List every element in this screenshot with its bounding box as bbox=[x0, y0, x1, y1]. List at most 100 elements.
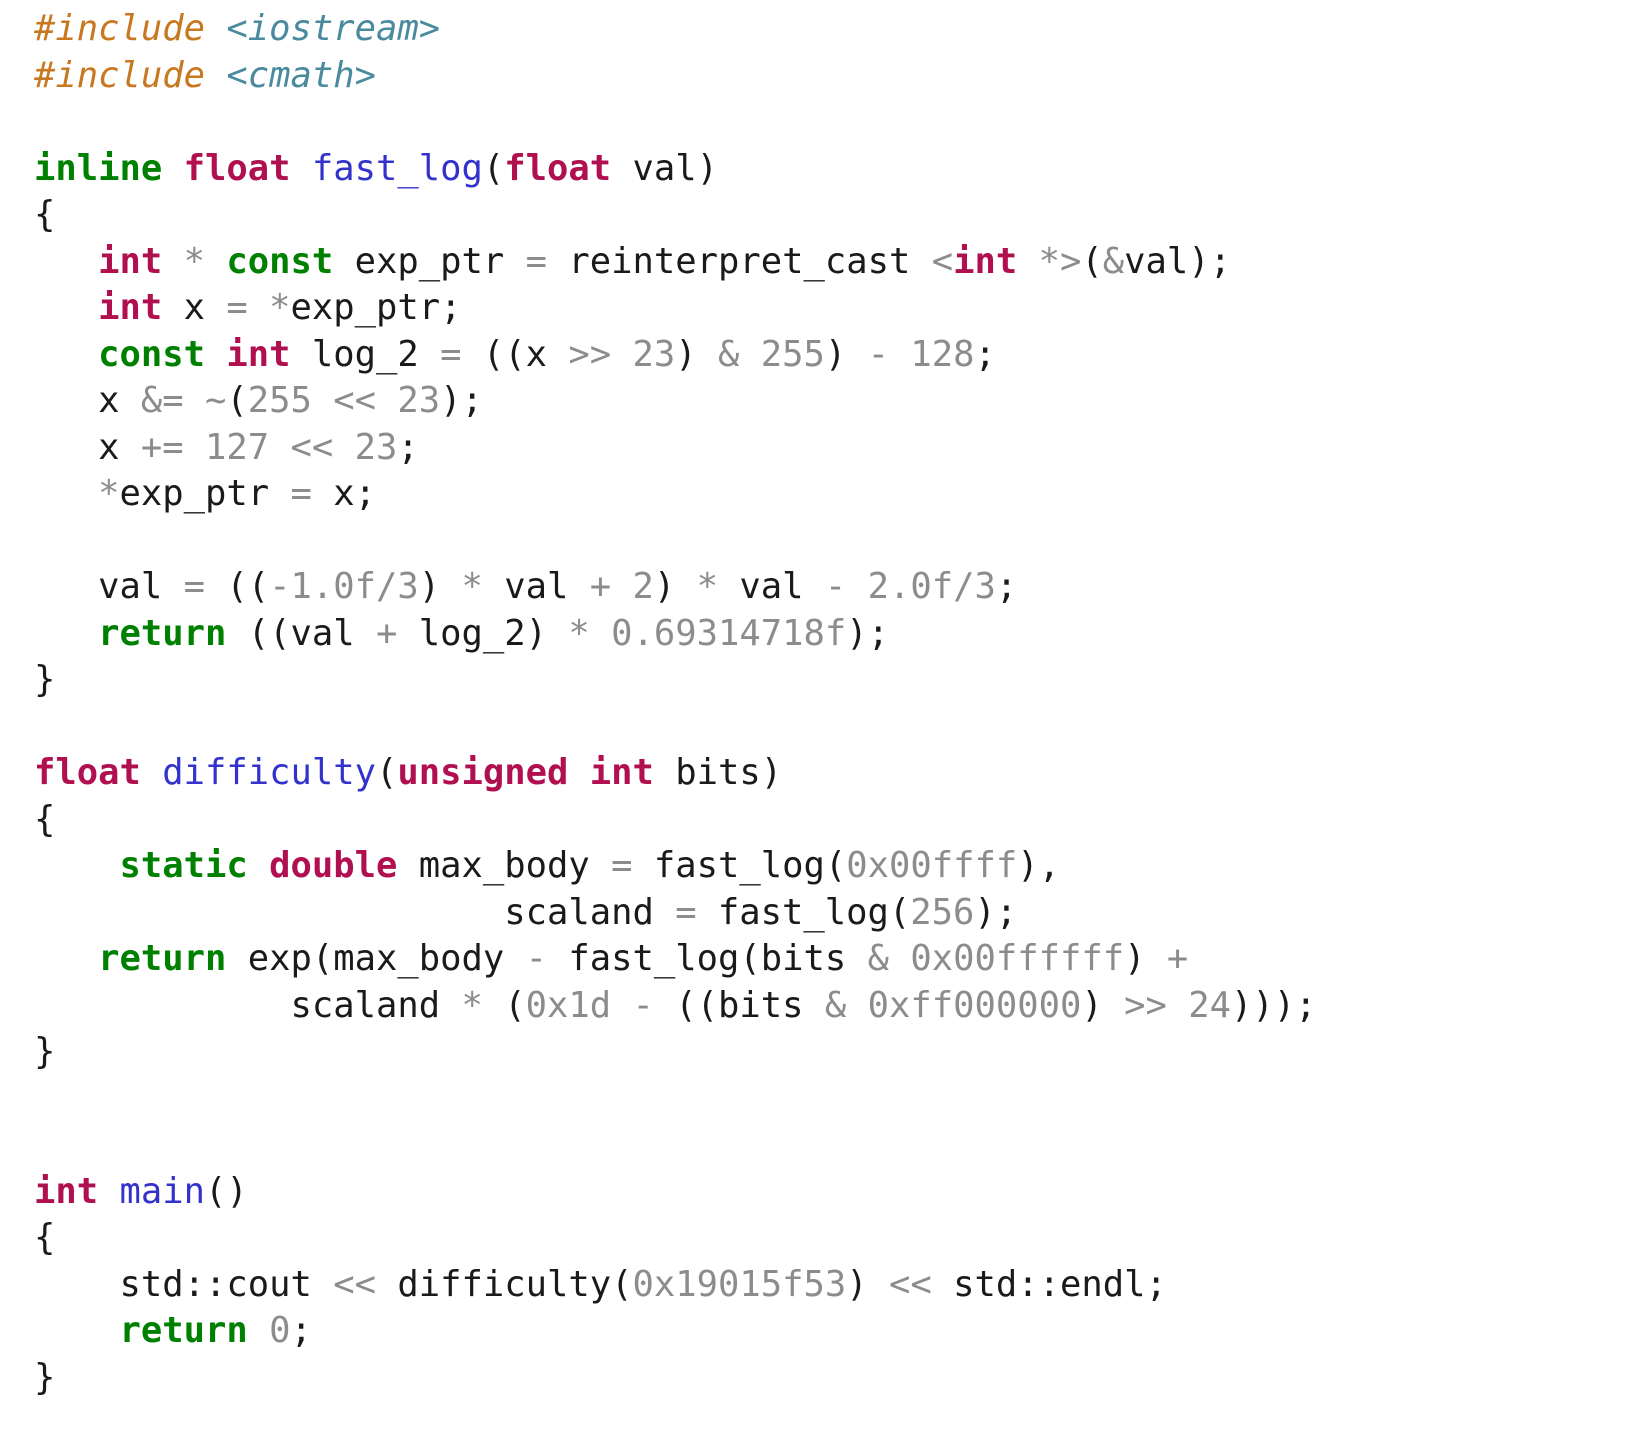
code-token-op: - bbox=[525, 938, 547, 979]
code-token-punct: ( bbox=[504, 984, 526, 1026]
code-token-punct: ); bbox=[974, 891, 1018, 933]
code-token-num: 2.0f bbox=[867, 566, 954, 607]
code-token-id: std bbox=[34, 1263, 184, 1305]
code-token-num: 255 bbox=[247, 380, 312, 421]
code-token-id: log_2 bbox=[397, 612, 526, 654]
code-token-id bbox=[846, 334, 867, 375]
code-token-id: endl bbox=[1059, 1263, 1146, 1305]
code-token-punct: (( bbox=[675, 984, 718, 1026]
code-token-op: = bbox=[183, 566, 205, 607]
code-token-id bbox=[248, 287, 269, 328]
code-token-id: bits bbox=[717, 984, 825, 1026]
code-token-op: & bbox=[1102, 240, 1125, 282]
code-token-kw: return bbox=[98, 612, 227, 654]
code-token-num: 3 bbox=[974, 566, 996, 607]
code-token-fn: difficulty bbox=[162, 752, 376, 793]
code-token-punct: ( bbox=[739, 938, 761, 979]
code-line: { bbox=[34, 192, 1632, 239]
code-token-id bbox=[483, 985, 504, 1026]
code-token-num: 255 bbox=[760, 333, 825, 375]
code-token-punct: ) bbox=[760, 752, 783, 793]
code-token-punct: ); bbox=[846, 612, 889, 654]
code-token-punct: ) bbox=[525, 612, 547, 654]
code-token-punct: } bbox=[34, 1356, 56, 1398]
code-token-id: reinterpret_cast bbox=[546, 240, 932, 282]
code-token-punct: ) bbox=[418, 566, 441, 607]
code-line: std::cout << difficulty(0x19015f53) << s… bbox=[34, 1262, 1632, 1309]
code-token-id bbox=[34, 1310, 120, 1351]
code-token-id bbox=[205, 334, 226, 375]
code-token-op: * bbox=[98, 473, 120, 514]
code-token-kw: static bbox=[119, 845, 248, 886]
code-line: int x = *exp_ptr; bbox=[34, 285, 1632, 332]
code-token-id bbox=[205, 241, 226, 282]
code-token-num: 128 bbox=[910, 333, 975, 375]
code-line: } bbox=[34, 1029, 1632, 1076]
code-token-id bbox=[184, 427, 205, 468]
code-token-num: 0x1d bbox=[525, 984, 612, 1026]
code-token-fn: fast_log bbox=[311, 147, 483, 189]
code-token-punct: ), bbox=[1017, 845, 1060, 886]
code-token-id: scaland bbox=[34, 891, 676, 933]
code-line: { bbox=[34, 797, 1632, 844]
code-token-punct: ))); bbox=[1230, 984, 1317, 1026]
code-token-op: * bbox=[568, 612, 590, 654]
code-token-punct: ( bbox=[375, 752, 398, 793]
code-token-punct: ) bbox=[824, 333, 847, 375]
code-token-id: fast_log bbox=[546, 938, 740, 979]
code-token-punct: { bbox=[34, 194, 56, 235]
code-token-punct: () bbox=[205, 1170, 248, 1212]
code-token-id bbox=[675, 566, 696, 607]
code-token-num: 0x19015f53 bbox=[632, 1263, 847, 1305]
code-token-kw: const bbox=[98, 333, 205, 375]
code-token-id bbox=[226, 613, 247, 654]
code-token-punct: :: bbox=[183, 1263, 227, 1305]
code-token-id bbox=[333, 427, 354, 468]
code-token-num: 0xff000000 bbox=[867, 984, 1082, 1026]
code-token-punct: ) bbox=[696, 147, 718, 189]
code-token-id: max_body bbox=[333, 938, 526, 979]
code-token-punct: ( bbox=[1081, 240, 1103, 282]
code-line: int * const exp_ptr = reinterpret_cast <… bbox=[34, 239, 1632, 286]
code-token-num: 3 bbox=[397, 566, 419, 607]
code-token-punct: ; bbox=[974, 333, 996, 375]
code-token-id bbox=[312, 380, 333, 421]
code-token-id: bits bbox=[760, 938, 868, 979]
code-token-id: difficulty bbox=[376, 1263, 612, 1305]
code-line: scaland * (0x1d - ((bits & 0xff000000) >… bbox=[34, 983, 1632, 1030]
code-token-punct: ( bbox=[226, 380, 248, 421]
code-token-id: val bbox=[718, 566, 825, 607]
code-line: const int log_2 = ((x >> 23) & 255) - 12… bbox=[34, 332, 1632, 379]
code-line: #include <cmath> bbox=[34, 53, 1632, 100]
code-token-id bbox=[1017, 241, 1038, 282]
code-token-op: + bbox=[376, 612, 398, 654]
code-token-id bbox=[697, 334, 718, 375]
code-token-num: 24 bbox=[1188, 984, 1231, 1026]
code-token-pre: #include bbox=[34, 8, 205, 49]
code-line: return exp(max_body - fast_log(bits & 0x… bbox=[34, 936, 1632, 983]
code-token-kw: return bbox=[98, 938, 227, 979]
code-line: inline float fast_log(float val) bbox=[34, 146, 1632, 193]
code-line: scaland = fast_log(256); bbox=[34, 890, 1632, 937]
code-token-punct: ; bbox=[440, 287, 462, 328]
code-token-num: 0.69314718f bbox=[611, 612, 847, 654]
code-token-id: exp bbox=[226, 938, 312, 979]
code-token-id: x bbox=[311, 473, 355, 514]
code-token-num: 0x00ffff bbox=[846, 845, 1018, 886]
code-token-op: / bbox=[376, 566, 398, 607]
code-token-op: - bbox=[824, 566, 847, 607]
code-token-op: * bbox=[183, 240, 205, 282]
code-token-id bbox=[611, 985, 632, 1026]
code-listing[interactable]: #include <iostream> #include <cmath> inli… bbox=[0, 0, 1632, 1456]
code-token-id bbox=[611, 566, 632, 607]
code-token-id bbox=[141, 752, 162, 793]
code-token-id bbox=[98, 1171, 119, 1212]
code-token-kw: inline bbox=[34, 147, 163, 189]
code-token-op: << bbox=[333, 380, 376, 421]
code-token-op: = bbox=[226, 287, 248, 328]
code-token-id bbox=[34, 845, 120, 886]
code-line: static double max_body = fast_log(0x00ff… bbox=[34, 843, 1632, 890]
code-token-num: 0 bbox=[269, 1310, 291, 1351]
code-token-op: * bbox=[696, 566, 718, 607]
code-token-punct: (( bbox=[482, 333, 526, 375]
